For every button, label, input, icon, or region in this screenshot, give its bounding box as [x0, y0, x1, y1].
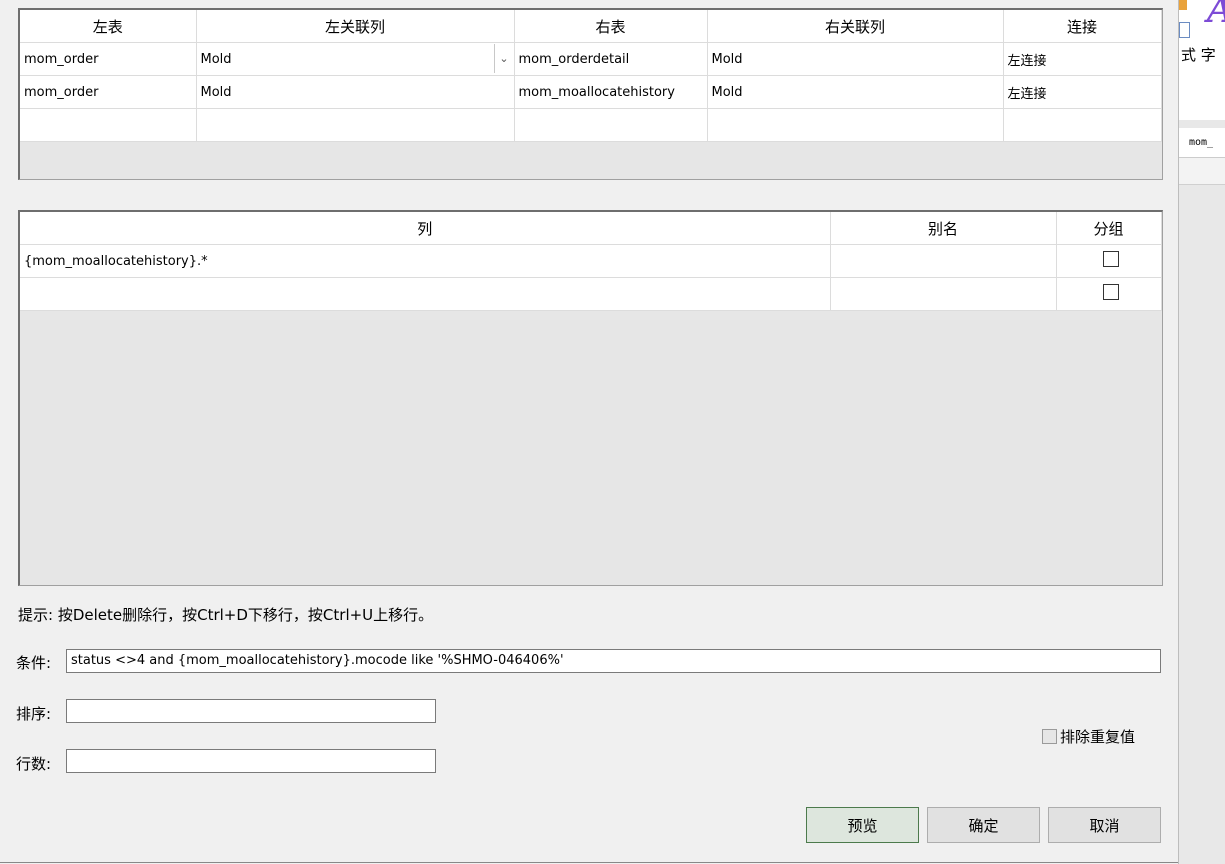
condition-input[interactable]: status <>4 and {mom_moallocatehistory}.m…: [66, 649, 1161, 673]
join-header-row: 左表 左关联列 右表 右关联列 连接: [20, 10, 1162, 43]
column-row[interactable]: {mom_moallocatehistory}.*: [20, 244, 1162, 278]
group-cell[interactable]: [1056, 244, 1162, 278]
checkbox-box[interactable]: [1042, 729, 1057, 744]
column-cell[interactable]: {mom_moallocatehistory}.*: [20, 244, 831, 278]
font-style-icon: A: [1207, 0, 1225, 31]
combo-value: Mold: [200, 51, 232, 67]
alias-cell[interactable]: [830, 277, 1057, 311]
background-strip: [1179, 158, 1225, 185]
header-group[interactable]: 分组: [1056, 212, 1162, 245]
header-right-join-column[interactable]: 右关联列: [707, 10, 1004, 43]
preview-button[interactable]: 预览: [806, 807, 919, 843]
right-join-column-cell[interactable]: Mold: [707, 42, 1004, 76]
query-designer-dialog: 左表 左关联列 右表 右关联列 连接 mom_order Mold ⌄ mom_o…: [0, 0, 1178, 863]
left-table-cell[interactable]: mom_order: [20, 75, 197, 109]
header-right-table[interactable]: 右表: [514, 10, 708, 43]
column-grid[interactable]: 列 别名 分组 {mom_moallocatehistory}.*: [18, 210, 1163, 586]
header-join-type[interactable]: 连接: [1003, 10, 1162, 43]
left-join-column-cell[interactable]: Mold: [196, 75, 515, 109]
background-toolbar: A 式 字: [1179, 0, 1225, 120]
join-row[interactable]: mom_order Mold mom_moallocatehistory Mol…: [20, 75, 1162, 109]
group-checkbox[interactable]: [1102, 284, 1119, 300]
column-header-row: 列 别名 分组: [20, 212, 1162, 245]
distinct-checkbox[interactable]: 排除重复值: [1042, 726, 1135, 747]
header-left-table[interactable]: 左表: [20, 10, 197, 43]
column-row-new[interactable]: [20, 277, 1162, 311]
left-join-column-cell[interactable]: [196, 108, 515, 142]
group-checkbox[interactable]: [1102, 251, 1119, 267]
ok-button[interactable]: 确定: [927, 807, 1040, 843]
join-table: 左表 左关联列 右表 右关联列 连接 mom_order Mold ⌄ mom_o…: [20, 10, 1162, 142]
right-join-column-cell[interactable]: Mold: [707, 75, 1004, 109]
right-join-column-cell[interactable]: [707, 108, 1004, 142]
background-window: A 式 字 mom_: [1178, 0, 1225, 864]
join-type-cell[interactable]: 左连接: [1003, 75, 1162, 109]
left-table-cell[interactable]: [20, 108, 197, 142]
join-row-new[interactable]: [20, 108, 1162, 142]
header-column[interactable]: 列: [20, 212, 831, 245]
join-type-cell[interactable]: [1003, 108, 1162, 142]
row-count-input[interactable]: [66, 749, 436, 773]
left-join-column-combo[interactable]: Mold ⌄: [196, 42, 515, 76]
right-table-cell[interactable]: mom_orderdetail: [514, 42, 708, 76]
row-count-label: 行数:: [16, 755, 52, 773]
join-grid[interactable]: 左表 左关联列 右表 右关联列 连接 mom_order Mold ⌄ mom_o…: [18, 8, 1163, 180]
right-table-cell[interactable]: [514, 108, 708, 142]
hint-text: 提示: 按Delete删除行，按Ctrl+D下移行，按Ctrl+U上移行。: [18, 606, 434, 624]
toolbar-icon: [1179, 0, 1187, 10]
alias-cell[interactable]: [830, 244, 1057, 278]
distinct-label: 排除重复值: [1060, 728, 1136, 746]
chevron-down-icon[interactable]: ⌄: [493, 44, 513, 73]
column-cell[interactable]: [20, 277, 831, 311]
header-alias[interactable]: 别名: [830, 212, 1057, 245]
background-tab[interactable]: mom_: [1179, 128, 1225, 158]
background-partial-text: 式 字: [1181, 46, 1216, 64]
condition-label: 条件:: [16, 654, 52, 672]
header-left-join-column[interactable]: 左关联列: [196, 10, 515, 43]
sort-label: 排序:: [16, 705, 52, 723]
cancel-button[interactable]: 取消: [1048, 807, 1161, 843]
right-table-cell[interactable]: mom_moallocatehistory: [514, 75, 708, 109]
column-table: 列 别名 分组 {mom_moallocatehistory}.*: [20, 212, 1162, 311]
join-row[interactable]: mom_order Mold ⌄ mom_orderdetail Mold 左连接: [20, 42, 1162, 76]
left-table-cell[interactable]: mom_order: [20, 42, 197, 76]
table-icon: [1179, 22, 1190, 38]
group-cell[interactable]: [1056, 277, 1162, 311]
sort-input[interactable]: [66, 699, 436, 723]
join-type-cell[interactable]: 左连接: [1003, 42, 1162, 76]
